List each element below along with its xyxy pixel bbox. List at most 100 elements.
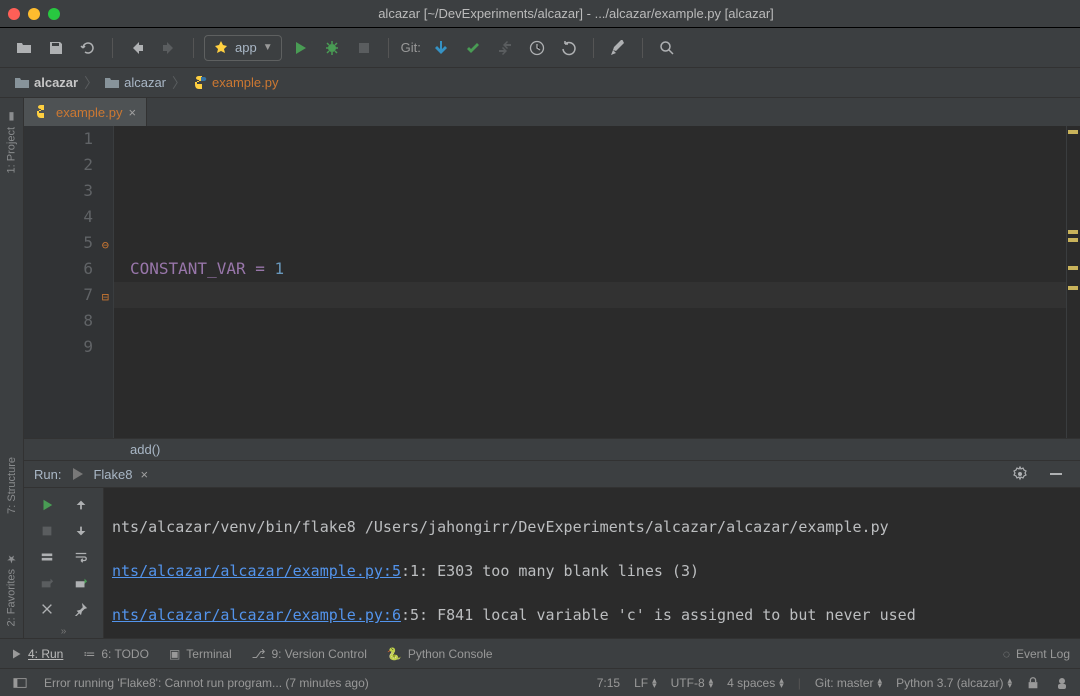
warning-marker[interactable]: [1068, 130, 1078, 134]
breadcrumb-label: example.py: [212, 75, 278, 90]
caret-position[interactable]: 7:15: [597, 676, 620, 690]
fold-minus-icon[interactable]: ⊖: [102, 232, 109, 258]
close-tab-button[interactable]: ×: [128, 105, 136, 120]
hector-icon[interactable]: [1054, 675, 1070, 691]
window-controls: [8, 8, 60, 20]
window-maximize-button[interactable]: [48, 8, 60, 20]
stop-button[interactable]: [350, 34, 378, 62]
breadcrumb-folder[interactable]: alcazar: [104, 75, 166, 91]
window-close-button[interactable]: [8, 8, 20, 20]
run-panel: » nts/alcazar/venv/bin/flake8 /Users/jah…: [24, 488, 1080, 638]
tool-windows-button[interactable]: [10, 673, 30, 693]
tab-event-log[interactable]: ◌ Event Log: [1003, 647, 1070, 661]
toolbar-separator: [593, 38, 594, 58]
rerun-button[interactable]: [34, 494, 60, 516]
git-commit-button[interactable]: [459, 34, 487, 62]
output-link[interactable]: nts/alcazar/alcazar/example.py:5: [112, 562, 401, 580]
scroll-up-button[interactable]: [68, 494, 94, 516]
project-label: 1: Project: [6, 127, 18, 173]
tab-run[interactable]: 4: Run: [10, 647, 63, 661]
hide-panel-button[interactable]: [1042, 460, 1070, 488]
navigation-bar: alcazar 〉 alcazar 〉 example.py: [0, 68, 1080, 98]
output-line: nts/alcazar/alcazar/example.py:6:5: F841…: [112, 604, 1072, 626]
export-button[interactable]: [68, 572, 94, 594]
git-compare-button[interactable]: [491, 34, 519, 62]
debug-button[interactable]: [318, 34, 346, 62]
indent-setting[interactable]: 4 spaces▴▾: [727, 676, 784, 690]
warning-marker[interactable]: [1068, 230, 1078, 234]
fold-marker-icon[interactable]: ⊟: [102, 284, 109, 310]
run-label: Run:: [34, 467, 61, 482]
toolbar-separator: [642, 38, 643, 58]
lock-icon[interactable]: [1026, 676, 1040, 690]
run-config-label: app: [235, 40, 257, 55]
code-editor[interactable]: 1 2 3 4 5 6 7 8 9 ⊖ ⊟ 💡 CONSTANT_VAR = 1…: [24, 126, 1080, 438]
run-button[interactable]: [286, 34, 314, 62]
chevron-right-icon: 〉: [84, 73, 98, 93]
git-branch[interactable]: Git: master▴▾: [815, 676, 882, 690]
toolbar-separator: [388, 38, 389, 58]
file-encoding[interactable]: UTF-8▴▾: [671, 676, 714, 690]
window-title: alcazar [~/DevExperiments/alcazar] - ...…: [80, 6, 1072, 21]
chevron-right-icon: 〉: [172, 73, 186, 93]
folder-icon: [104, 75, 120, 91]
error-stripe[interactable]: [1066, 126, 1080, 438]
breadcrumb-file[interactable]: example.py: [192, 75, 278, 91]
run-config-selector[interactable]: app ▼: [204, 35, 282, 61]
python-interpreter[interactable]: Python 3.7 (alcazar)▴▾: [896, 676, 1012, 690]
branch-icon: ⎇: [252, 647, 266, 661]
gutter: 1 2 3 4 5 6 7 8 9 ⊖ ⊟: [24, 126, 114, 438]
breadcrumb-function: add(): [130, 442, 160, 457]
warning-marker[interactable]: [1068, 238, 1078, 242]
project-tool-button[interactable]: 1: Project ▮: [5, 106, 18, 177]
pin-button[interactable]: [68, 598, 94, 620]
stop-run-button[interactable]: [34, 520, 60, 542]
save-button[interactable]: [42, 34, 70, 62]
editor-area: example.py × 1 2 3 4 5 6 7 8 9 ⊖ ⊟ 💡 C: [24, 98, 1080, 638]
delete-button[interactable]: [34, 598, 60, 620]
breadcrumb-label: alcazar: [124, 75, 166, 90]
more-actions-button[interactable]: »: [61, 626, 67, 637]
line-separator[interactable]: LF▴▾: [634, 676, 657, 690]
file-tab-example[interactable]: example.py ×: [24, 98, 147, 126]
titlebar: alcazar [~/DevExperiments/alcazar] - ...…: [0, 0, 1080, 28]
search-button[interactable]: [653, 34, 681, 62]
breadcrumb-root[interactable]: alcazar: [14, 75, 78, 91]
play-icon: [10, 648, 22, 660]
tab-python-console[interactable]: 🐍 Python Console: [387, 647, 493, 661]
soft-wrap-button[interactable]: [68, 546, 94, 568]
warning-marker[interactable]: [1068, 266, 1078, 270]
run-output[interactable]: nts/alcazar/venv/bin/flake8 /Users/jahon…: [104, 488, 1080, 638]
layout-button[interactable]: [34, 546, 60, 568]
open-file-button[interactable]: [10, 34, 38, 62]
forward-button[interactable]: [155, 34, 183, 62]
tab-terminal[interactable]: ▣ Terminal: [169, 647, 232, 661]
left-tool-strip: 1: Project ▮ 7: Structure 2: Favorites ★: [0, 98, 24, 638]
run-settings-button[interactable]: [1006, 460, 1034, 488]
output-link[interactable]: nts/alcazar/alcazar/example.py:6: [112, 606, 401, 624]
scroll-down-button[interactable]: [68, 520, 94, 542]
warning-marker[interactable]: [1068, 286, 1078, 290]
close-run-tab-button[interactable]: ×: [141, 467, 149, 482]
refresh-button[interactable]: [74, 34, 102, 62]
code-text: CONSTANT_VAR =: [130, 259, 275, 278]
tab-todo[interactable]: ≔ 6: TODO: [83, 647, 149, 661]
git-history-button[interactable]: [523, 34, 551, 62]
member-breadcrumb[interactable]: add(): [24, 438, 1080, 460]
window-minimize-button[interactable]: [28, 8, 40, 20]
structure-tool-button[interactable]: 7: Structure: [6, 453, 18, 518]
star-icon: ★: [5, 552, 18, 565]
favorites-tool-button[interactable]: 2: Favorites ★: [5, 548, 18, 630]
restart-button[interactable]: [34, 572, 60, 594]
run-side-toolbar: »: [24, 488, 104, 638]
status-message[interactable]: Error running 'Flake8': Cannot run progr…: [44, 676, 369, 690]
git-rollback-button[interactable]: [555, 34, 583, 62]
code-content[interactable]: 💡 CONSTANT_VAR = 1 def add(a, b): c = "h…: [114, 126, 1066, 438]
tab-version-control[interactable]: ⎇ 9: Version Control: [252, 647, 367, 661]
tab-label: Event Log: [1016, 647, 1070, 661]
toolbar-separator: [193, 38, 194, 58]
python-icon: 🐍: [387, 647, 402, 661]
back-button[interactable]: [123, 34, 151, 62]
settings-button[interactable]: [604, 34, 632, 62]
git-update-button[interactable]: [427, 34, 455, 62]
